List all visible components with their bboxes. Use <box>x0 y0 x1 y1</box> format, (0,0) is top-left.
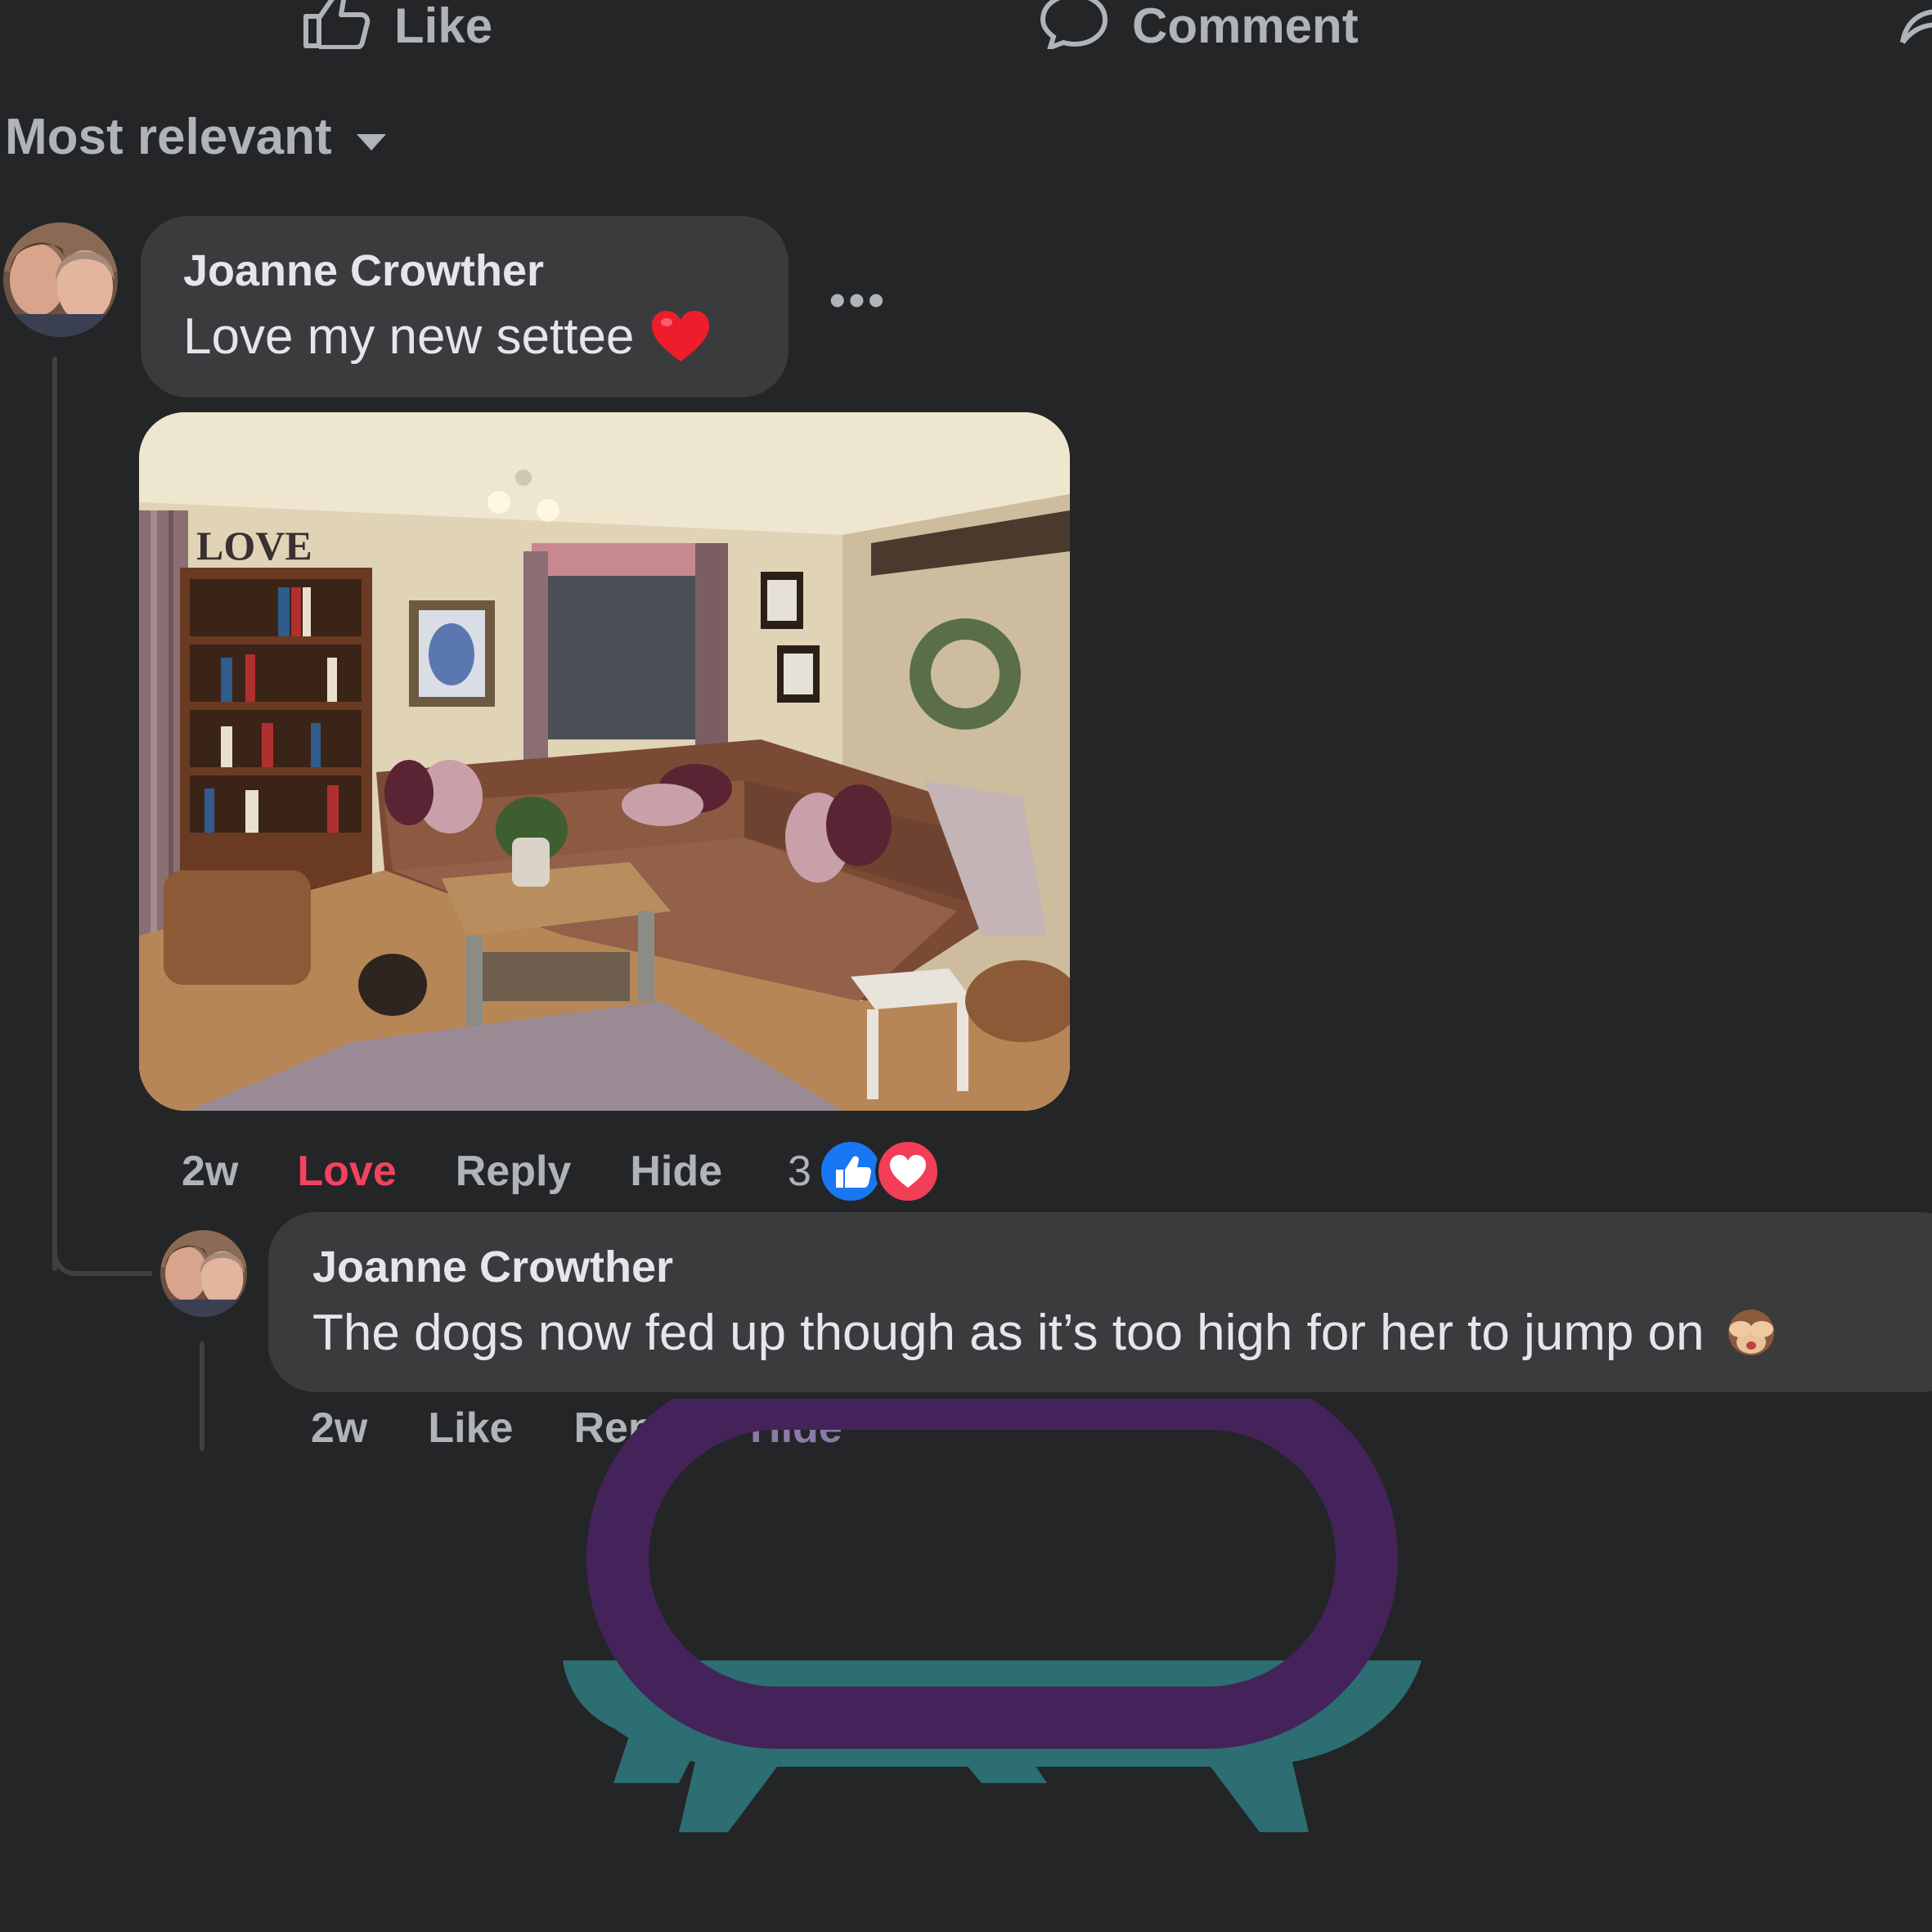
svg-text:LOVE: LOVE <box>196 523 312 568</box>
share-action-button[interactable] <box>1898 0 1932 61</box>
share-arrow-icon <box>1898 0 1932 61</box>
comment-text-line: Love my new settee <box>183 308 711 366</box>
caret-down-icon <box>355 108 388 166</box>
like-button[interactable]: Like <box>428 1404 513 1453</box>
comment-text-line: The dogs now fed up though as it’s too h… <box>312 1304 1780 1362</box>
thumbs-up-icon <box>299 0 373 61</box>
like-action-button[interactable]: Like <box>299 0 492 61</box>
reply-button[interactable]: Reply <box>456 1147 572 1196</box>
sort-label: Most relevant <box>5 109 332 165</box>
comment-action-button[interactable]: Comment <box>1037 0 1359 61</box>
comment-author[interactable]: Joanne Crowther <box>183 245 544 296</box>
love-reaction-button[interactable]: Love <box>297 1147 396 1196</box>
comment-author[interactable]: Joanne Crowther <box>312 1242 673 1292</box>
comment-bubble: Joanne Crowther Love my new settee <box>141 216 789 398</box>
comment-text: The dogs now fed up though as it’s too h… <box>312 1305 1705 1361</box>
like-action-label: Like <box>394 0 493 53</box>
comment-timestamp[interactable]: 2w <box>311 1404 367 1453</box>
thread-line-reply <box>200 1341 204 1451</box>
more-options-icon[interactable]: ••• <box>829 273 887 326</box>
speech-bubble-icon <box>1037 0 1111 61</box>
thread-line-elbow <box>52 1222 152 1276</box>
see-no-evil-monkey-icon <box>1723 1305 1780 1362</box>
sort-dropdown[interactable]: Most relevant <box>5 108 388 166</box>
avatar[interactable] <box>160 1230 247 1317</box>
reaction-summary[interactable]: 3 <box>788 1139 941 1204</box>
reaction-count: 3 <box>788 1148 811 1195</box>
comment-bubble: Joanne Crowther The dogs now fed up thou… <box>268 1212 1932 1392</box>
thread-line-main <box>52 357 57 1271</box>
comment-actions: 2w Love Reply Hide 3 <box>182 1139 941 1204</box>
avatar[interactable] <box>3 222 118 337</box>
like-reaction-icon <box>817 1139 883 1204</box>
comment-text: Love my new settee <box>183 308 635 365</box>
sofa-logo-icon <box>556 1399 1428 1857</box>
comment-timestamp[interactable]: 2w <box>182 1147 238 1196</box>
red-heart-icon <box>650 309 711 365</box>
hide-button[interactable]: Hide <box>630 1147 722 1196</box>
living-room-photo[interactable]: LOVE <box>139 412 1070 1111</box>
love-reaction-icon <box>874 1139 941 1204</box>
comment-action-label: Comment <box>1132 0 1359 53</box>
